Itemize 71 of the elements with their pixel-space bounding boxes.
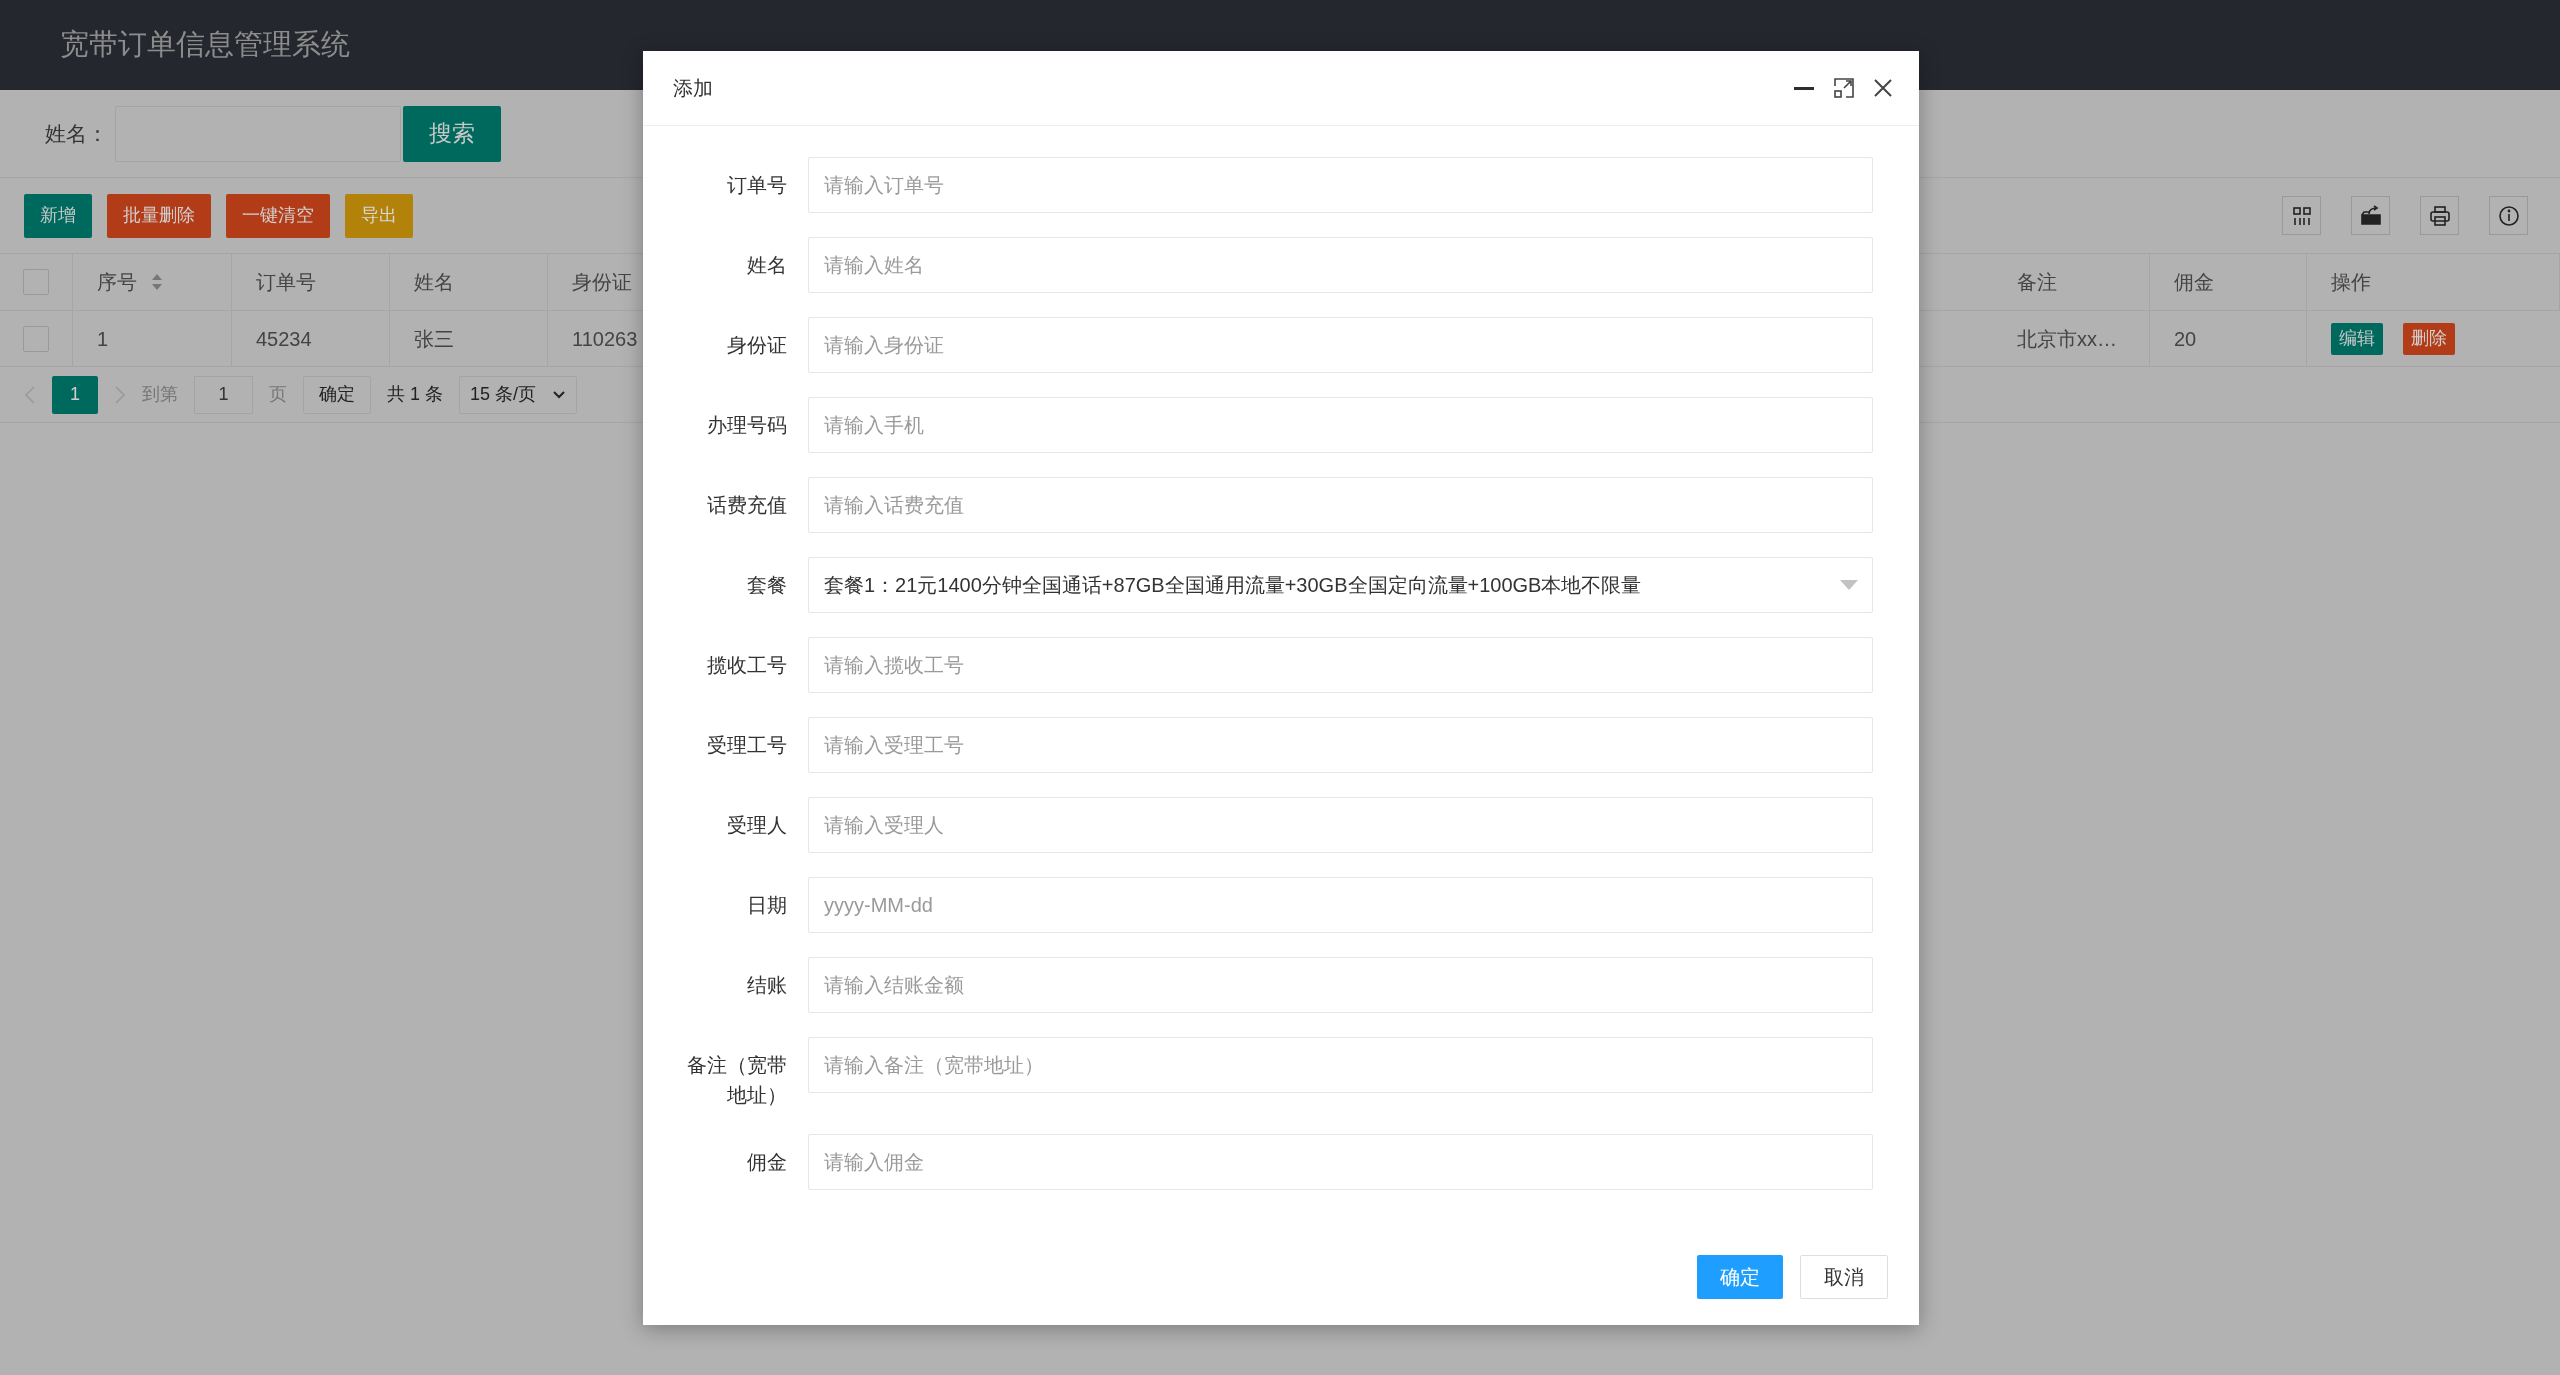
field-label: 姓名 bbox=[746, 253, 787, 278]
text-input[interactable]: 请输入受理工号 bbox=[808, 717, 1873, 773]
field-label: 揽收工号 bbox=[706, 653, 787, 678]
close-icon[interactable] bbox=[1873, 78, 1893, 98]
goto-confirm-button[interactable]: 确定 bbox=[303, 375, 371, 414]
toolbar-icon-button[interactable] bbox=[2282, 196, 2321, 235]
field-label: 备注（宽带地址） bbox=[686, 1053, 787, 1108]
text-input[interactable]: 请输入身份证 bbox=[808, 317, 1873, 373]
field-label: 套餐 bbox=[746, 573, 787, 598]
toolbar-icon-button[interactable] bbox=[2420, 196, 2459, 235]
plan-select[interactable]: 套餐1：21元1400分钟全国通话+87GB全国通用流量+30GB全国定向流量+100GB本地不限量 bbox=[808, 557, 1873, 613]
text-input[interactable]: 请输入揽收工号 bbox=[808, 637, 1873, 693]
chevron-down-icon bbox=[552, 389, 566, 400]
field-label: 办理号码 bbox=[706, 413, 787, 438]
field-label: 话费充值 bbox=[706, 493, 787, 518]
field-label: 日期 bbox=[746, 893, 787, 918]
search-button[interactable]: 搜索 bbox=[403, 105, 501, 162]
app-title: 宽带订单信息管理系统 bbox=[60, 27, 350, 63]
table-cell-text: 45234 bbox=[256, 326, 312, 352]
toolbar-button[interactable]: 一键清空 bbox=[226, 193, 330, 238]
checkbox[interactable] bbox=[23, 269, 49, 295]
field-label: 佣金 bbox=[746, 1150, 787, 1175]
field-label: 身份证 bbox=[726, 333, 787, 358]
page-button[interactable]: 1 bbox=[52, 375, 98, 414]
caret-down-icon bbox=[1840, 580, 1858, 590]
field-label: 结账 bbox=[746, 973, 787, 998]
text-input[interactable]: 请输入姓名 bbox=[808, 237, 1873, 293]
page-unit-label: 页 bbox=[269, 383, 287, 406]
field-label: 订单号 bbox=[726, 173, 787, 198]
column-header: 订单号 bbox=[256, 270, 316, 295]
table-cell-text: 1 bbox=[97, 326, 109, 352]
table-cell-text: 20 bbox=[2174, 326, 2197, 352]
text-input[interactable]: 请输入受理人 bbox=[808, 797, 1873, 853]
maximize-icon[interactable] bbox=[1833, 77, 1855, 99]
table-cell-text: 北京市xx… bbox=[2017, 326, 2117, 352]
text-input[interactable]: 请输入佣金 bbox=[808, 1134, 1873, 1190]
page-size-select[interactable]: 15 条/页 bbox=[459, 375, 577, 414]
column-header: 操作 bbox=[2331, 270, 2371, 295]
column-header: 佣金 bbox=[2174, 270, 2214, 295]
text-input[interactable]: 请输入手机 bbox=[808, 397, 1873, 453]
text-input[interactable]: 请输入备注（宽带地址） bbox=[808, 1037, 1873, 1093]
text-input[interactable]: yyyy-MM-dd bbox=[808, 877, 1873, 933]
toolbar-button[interactable]: 批量删除 bbox=[107, 193, 211, 238]
goto-label: 到第 bbox=[142, 383, 178, 406]
row-action-button[interactable]: 编辑 bbox=[2331, 322, 2383, 355]
text-input[interactable]: 请输入结账金额 bbox=[808, 957, 1873, 1013]
column-header: 序号 bbox=[97, 270, 137, 295]
field-label: 受理工号 bbox=[706, 733, 787, 758]
row-action-button[interactable]: 删除 bbox=[2403, 322, 2455, 355]
dialog-title: 添加 bbox=[673, 76, 713, 101]
toolbar-icon-button[interactable] bbox=[2489, 196, 2528, 235]
checkbox[interactable] bbox=[23, 325, 49, 352]
page-input[interactable]: 1 bbox=[194, 375, 253, 414]
toolbar-icon-button[interactable] bbox=[2351, 196, 2390, 235]
table-cell-text: 张三 bbox=[414, 326, 454, 352]
total-count: 共 1 条 bbox=[387, 383, 443, 406]
field-label: 受理人 bbox=[726, 813, 787, 838]
text-input[interactable]: 请输入订单号 bbox=[808, 157, 1873, 213]
column-header: 姓名 bbox=[414, 270, 454, 295]
search-label: 姓名： bbox=[45, 120, 109, 147]
toolbar-button[interactable]: 新增 bbox=[24, 193, 92, 238]
text-input[interactable]: 请输入话费充值 bbox=[808, 477, 1873, 533]
folder-export-icon bbox=[2358, 203, 2383, 228]
column-header: 身份证 bbox=[572, 270, 632, 295]
column-header: 备注 bbox=[2017, 270, 2057, 295]
table-cell-text: 110263 bbox=[572, 326, 638, 352]
info-icon bbox=[2496, 203, 2521, 228]
toolbar-button[interactable]: 导出 bbox=[345, 193, 413, 238]
dialog-button[interactable]: 取消 bbox=[1800, 1255, 1888, 1299]
print-icon bbox=[2427, 203, 2452, 228]
dialog-button[interactable]: 确定 bbox=[1697, 1255, 1783, 1299]
